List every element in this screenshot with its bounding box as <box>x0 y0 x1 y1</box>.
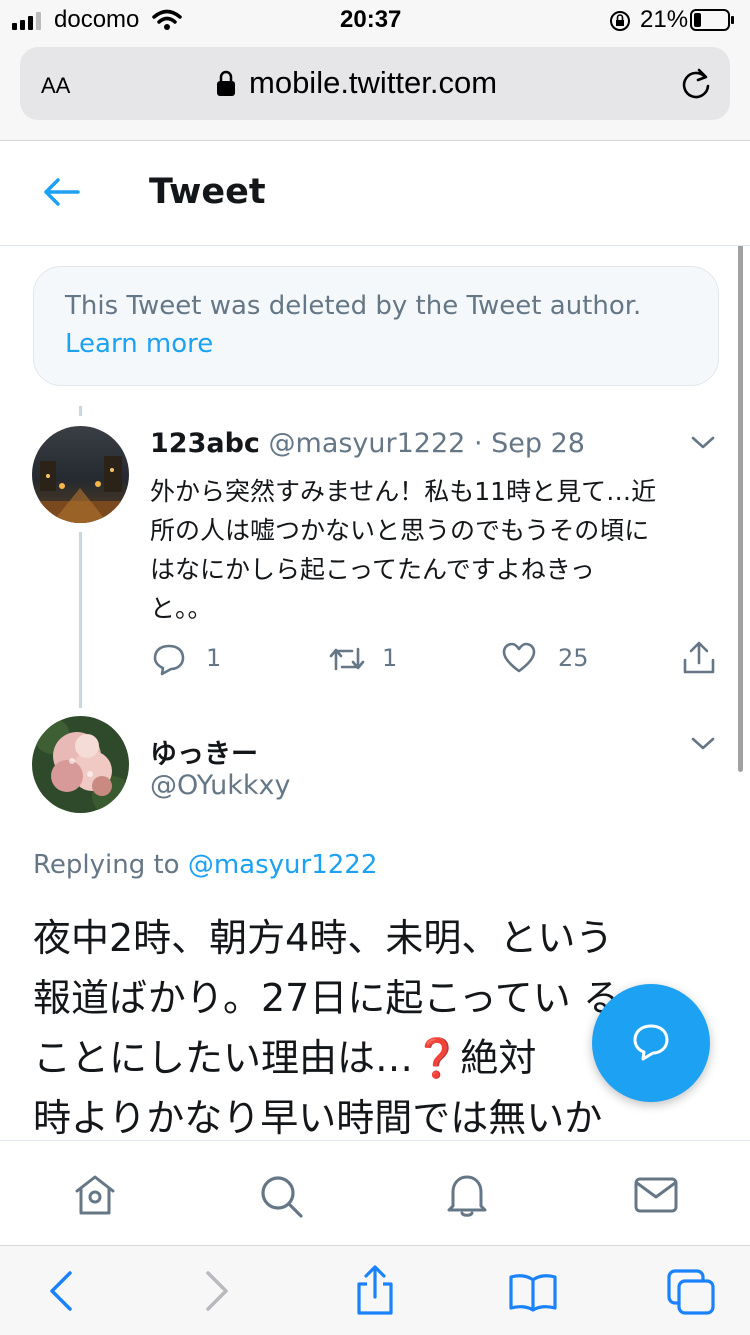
retweet-icon[interactable] <box>328 644 366 674</box>
home-icon[interactable] <box>72 1173 118 1217</box>
mail-icon[interactable] <box>633 1175 679 1215</box>
heart-icon[interactable] <box>502 642 536 674</box>
avatar[interactable] <box>32 716 129 813</box>
tweet-header: Tweet <box>0 141 750 246</box>
text-size-button[interactable]: AA <box>41 67 70 101</box>
user-handle[interactable]: @OYukkxy <box>150 770 291 801</box>
chevron-down-icon[interactable] <box>690 435 716 451</box>
search-icon[interactable] <box>258 1173 304 1219</box>
page-title: Tweet <box>149 172 266 212</box>
address-bar[interactable]: AA mobile.twitter.com <box>20 47 730 120</box>
learn-more-link[interactable]: Learn more <box>65 329 213 359</box>
tweet-text-line: 時よりかなり早い時間では無いか <box>33 1096 603 1140</box>
avatar-image <box>32 426 129 523</box>
tweet-text-line: 夜中2時、朝方4時、未明、という <box>33 916 614 960</box>
battery-icon <box>690 9 734 31</box>
tweet-text-line: はなにかしら起こってたんですよねきっ <box>150 555 595 584</box>
tweet-text: 外から突然すみません！私も11時と見て…近 所の人は嘘つかないと思うのでもうその… <box>150 472 656 628</box>
display-name[interactable]: 123abc <box>150 428 260 459</box>
clock: 20:37 <box>340 6 402 33</box>
status-bar: docomo 20:37 21% <box>0 0 750 40</box>
browser-toolbar <box>0 1245 750 1335</box>
orientation-lock-icon <box>610 11 630 31</box>
chevron-down-icon[interactable] <box>690 736 716 752</box>
avatar[interactable] <box>32 426 129 523</box>
text-size-label: AA <box>41 73 71 98</box>
tweet-text-line: 所の人は嘘つかないと思うのでもうその頃に <box>150 516 650 545</box>
display-name[interactable]: ゆっきー <box>150 732 258 771</box>
share-icon[interactable] <box>682 640 716 676</box>
bottom-tab-bar <box>0 1140 750 1246</box>
replying-to-label: Replying to <box>33 850 180 880</box>
signal-icon <box>12 12 41 30</box>
tweet-date[interactable]: Sep 28 <box>491 428 585 459</box>
bell-icon[interactable] <box>446 1171 488 1219</box>
deleted-notice-text: This Tweet was deleted by the Tweet auth… <box>65 291 642 321</box>
tweet-text-line: ことにしたい理由は…❓絶対 <box>33 1036 537 1080</box>
avatar-image <box>32 716 129 813</box>
wifi-icon <box>152 9 182 30</box>
tabs-icon[interactable] <box>666 1268 716 1316</box>
comment-icon[interactable] <box>152 642 186 676</box>
user-handle[interactable]: @masyur1222 <box>269 428 466 459</box>
retweet-count: 1 <box>382 644 398 672</box>
browser-share-icon[interactable] <box>354 1264 396 1316</box>
tweet-text: 夜中2時、朝方4時、未明、という 報道ばかり。27日に起こってい る ことにした… <box>33 908 621 1140</box>
browser-back-icon[interactable] <box>46 1270 76 1312</box>
reply-count: 1 <box>206 644 222 672</box>
reply-tweet[interactable]: 123abc @masyur1222 · Sep 28 外から突然すみません！私… <box>0 410 750 700</box>
bookmarks-icon[interactable] <box>508 1272 558 1312</box>
lock-icon <box>217 70 235 96</box>
dot-separator: · <box>473 428 483 459</box>
tweet-text-line: と。。 <box>150 594 213 623</box>
carrier-label: docomo <box>54 6 140 33</box>
url-text[interactable]: mobile.twitter.com <box>249 65 497 101</box>
deleted-tweet-notice: This Tweet was deleted by the Tweet auth… <box>33 266 719 386</box>
browser-address-area: AA mobile.twitter.com <box>0 40 750 141</box>
browser-forward-icon[interactable] <box>202 1270 232 1312</box>
tweet-text-line: 外から突然すみません！私も11時と見て…近 <box>150 477 657 506</box>
compose-reply-button[interactable] <box>592 984 710 1102</box>
compose-reply-icon <box>633 1024 669 1061</box>
like-count: 25 <box>558 644 589 672</box>
reload-icon[interactable] <box>679 67 713 101</box>
replying-to-handle[interactable]: @masyur1222 <box>188 850 378 880</box>
tweet-text-line: 報道ばかり。27日に起こってい る <box>33 976 621 1020</box>
arrow-left-icon[interactable] <box>42 177 80 207</box>
battery-percent: 21% <box>640 6 689 33</box>
